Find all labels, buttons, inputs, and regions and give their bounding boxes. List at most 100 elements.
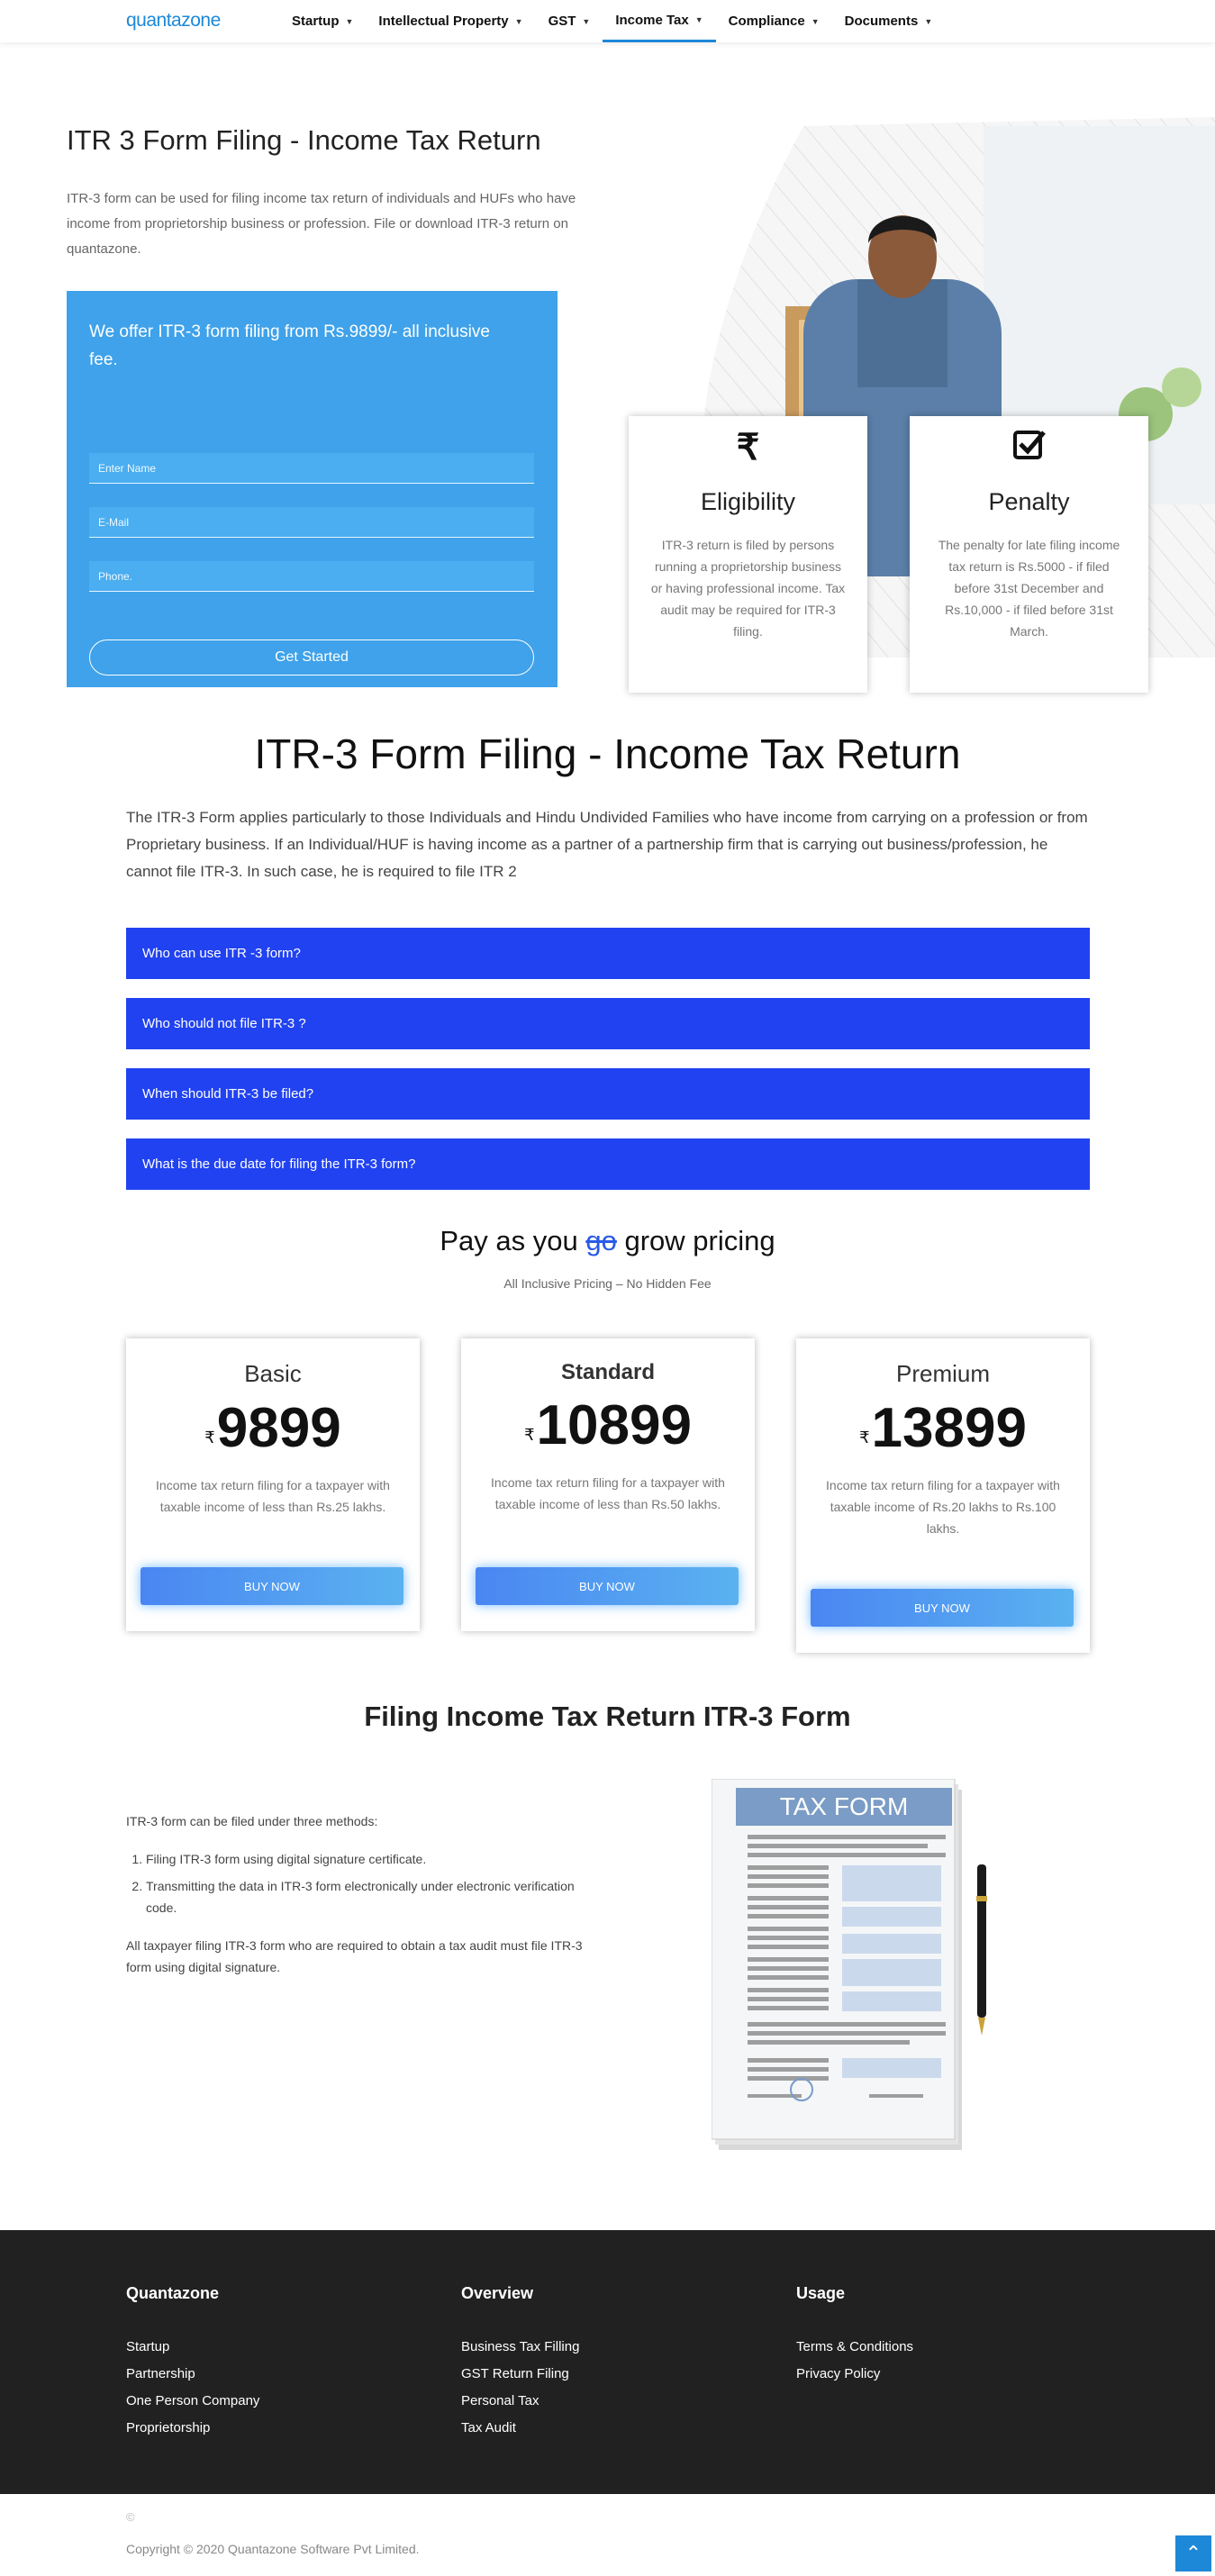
- buy-now-button[interactable]: BUY NOW: [141, 1567, 403, 1605]
- card-title: Penalty: [988, 488, 1070, 515]
- plan-name: Standard: [560, 1360, 655, 1384]
- section-description: The ITR-3 Form applies particularly to t…: [126, 809, 1088, 880]
- plan-card-premium: Premium ₹13899 Income tax return filing …: [796, 1338, 1090, 1653]
- footer-link[interactable]: Terms & Conditions: [796, 2339, 913, 2366]
- menu-item-startup[interactable]: Startup ▼: [279, 0, 366, 42]
- page: quantazone Startup ▼ Intellectual Propert…: [0, 0, 1215, 2576]
- plan-price: ₹13899: [796, 1397, 1090, 1460]
- card-text: The penalty for late filing income tax r…: [938, 538, 1120, 639]
- menu-item-compliance[interactable]: Compliance ▼: [716, 0, 832, 42]
- menu-label: Documents: [844, 14, 919, 29]
- menu-item-gst[interactable]: GST ▼: [536, 0, 603, 42]
- footer-col-overview: Overview Business Tax Filling GST Return…: [461, 2284, 579, 2447]
- faq-item[interactable]: Who should not file ITR-3 ?: [126, 998, 1090, 1049]
- section-title: ITR-3 Form Filing - Income Tax Return: [254, 730, 961, 777]
- copyright-symbol: ©: [126, 2510, 135, 2524]
- filing-text: ITR-3 form can be filed under three meth…: [126, 1810, 585, 1978]
- buy-now-button[interactable]: BUY NOW: [476, 1567, 739, 1605]
- get-started-button[interactable]: Get Started: [89, 639, 534, 676]
- chevron-down-icon: ▼: [924, 16, 933, 26]
- phone-field[interactable]: [89, 561, 534, 592]
- plan-name: Basic: [244, 1360, 302, 1387]
- chevron-down-icon: ▼: [811, 16, 820, 26]
- footer-link[interactable]: Personal Tax: [461, 2393, 579, 2420]
- plan-amount: 13899: [871, 1397, 1027, 1459]
- footer-link[interactable]: One Person Company: [126, 2393, 259, 2420]
- email-field[interactable]: [89, 507, 534, 538]
- plan-price: ₹9899: [126, 1397, 420, 1460]
- footer-col-quantazone: Quantazone Startup Partnership One Perso…: [126, 2284, 259, 2447]
- lead-form: We offer ITR-3 form filing from Rs.9899/…: [67, 291, 558, 687]
- eligibility-card: ₹ Eligibility ITR-3 return is filed by p…: [629, 416, 867, 693]
- menu-label: Startup: [292, 14, 340, 29]
- currency-symbol: ₹: [859, 1429, 870, 1447]
- menu-label: Intellectual Property: [378, 14, 509, 29]
- footer-heading: Usage: [796, 2284, 846, 2302]
- plan-price: ₹10899: [461, 1394, 755, 1457]
- plan-description: Income tax return filing for a taxpayer …: [826, 1478, 1060, 1536]
- plan-description: Income tax return filing for a taxpayer …: [491, 1475, 725, 1511]
- footer-heading: Quantazone: [126, 2284, 220, 2302]
- plan-card-basic: Basic ₹9899 Income tax return filing for…: [126, 1338, 420, 1631]
- chevron-down-icon: ▼: [582, 16, 591, 26]
- filing-methods-list: Filing ITR-3 form using digital signatur…: [146, 1848, 585, 1918]
- logo[interactable]: quantazone: [126, 10, 221, 32]
- top-nav: quantazone Startup ▼ Intellectual Propert…: [0, 0, 1215, 42]
- chevron-up-icon: ⌃: [1184, 2542, 1202, 2564]
- filing-outro: All taxpayer filing ITR-3 form who are r…: [126, 1938, 583, 1974]
- pricing-subtitle: All Inclusive Pricing – No Hidden Fee: [503, 1276, 712, 1291]
- faq-item[interactable]: When should ITR-3 be filed?: [126, 1068, 1090, 1120]
- footer-link[interactable]: Partnership: [126, 2366, 259, 2393]
- footer-link[interactable]: GST Return Filing: [461, 2366, 579, 2393]
- menu-label: Compliance: [728, 14, 805, 29]
- checkbox-icon: [910, 427, 1148, 468]
- pricing-title-a: Pay as you: [440, 1225, 578, 1256]
- scroll-to-top-button[interactable]: ⌃: [1175, 2535, 1211, 2571]
- menu-item-income-tax[interactable]: Income Tax ▼: [603, 0, 716, 42]
- filing-intro: ITR-3 form can be filed under three meth…: [126, 1814, 378, 1828]
- list-item: Transmitting the data in ITR-3 form elec…: [146, 1875, 585, 1918]
- currency-symbol: ₹: [204, 1429, 215, 1447]
- footer-link[interactable]: Business Tax Filling: [461, 2339, 579, 2366]
- main-menu: Startup ▼ Intellectual Property ▼ GST ▼ Inc…: [279, 0, 945, 42]
- footer-link[interactable]: Privacy Policy: [796, 2366, 913, 2393]
- menu-item-intellectual-property[interactable]: Intellectual Property ▼: [366, 0, 535, 42]
- card-title: Eligibility: [700, 488, 796, 515]
- penalty-card: Penalty The penalty for late filing inco…: [910, 416, 1148, 693]
- name-field[interactable]: [89, 453, 534, 484]
- tax-form-label: TAX FORM: [780, 1792, 909, 1820]
- pricing-title-b: grow pricing: [624, 1225, 775, 1256]
- tax-form-illustration: TAX FORM: [712, 1779, 987, 2150]
- card-text: ITR-3 return is filed by persons running…: [650, 538, 846, 639]
- chevron-down-icon: ▼: [694, 15, 703, 24]
- pricing-title-strike: go: [585, 1225, 617, 1256]
- faq-item[interactable]: Who can use ITR -3 form?: [126, 928, 1090, 979]
- footer-link[interactable]: Tax Audit: [461, 2420, 579, 2447]
- menu-label: GST: [548, 14, 576, 29]
- footer-link[interactable]: Proprietorship: [126, 2420, 259, 2447]
- footer-link[interactable]: Startup: [126, 2339, 259, 2366]
- footer-heading: Overview: [461, 2284, 534, 2302]
- footer-col-usage: Usage Terms & Conditions Privacy Policy: [796, 2284, 913, 2393]
- currency-symbol: ₹: [524, 1426, 535, 1444]
- chevron-down-icon: ▼: [514, 16, 523, 26]
- plan-name: Premium: [895, 1360, 990, 1387]
- chevron-down-icon: ▼: [345, 16, 354, 26]
- plan-description: Income tax return filing for a taxpayer …: [156, 1478, 390, 1514]
- plan-amount: 9899: [216, 1397, 341, 1459]
- footer: Quantazone Startup Partnership One Perso…: [0, 2230, 1215, 2494]
- menu-label: Income Tax: [615, 12, 689, 28]
- hero-title: ITR 3 Form Filing - Income Tax Return: [67, 124, 541, 156]
- copyright-text: Copyright © 2020 Quantazone Software Pvt…: [126, 2542, 420, 2556]
- list-item: Filing ITR-3 form using digital signatur…: [146, 1848, 585, 1870]
- rupee-icon: ₹: [736, 428, 760, 467]
- hero-description: ITR-3 form can be used for filing income…: [67, 191, 576, 257]
- faq-item[interactable]: What is the due date for filing the ITR-…: [126, 1138, 1090, 1190]
- buy-now-button[interactable]: BUY NOW: [811, 1589, 1074, 1627]
- filing-title: Filing Income Tax Return ITR-3 Form: [364, 1701, 851, 1732]
- pricing-title: Pay as you go grow pricing: [0, 1225, 1215, 1257]
- offer-text: We offer ITR-3 form filing from Rs.9899/…: [89, 322, 490, 369]
- copyright-bar: © Copyright © 2020 Quantazone Software P…: [0, 2494, 1215, 2576]
- menu-item-documents[interactable]: Documents ▼: [832, 0, 946, 42]
- plan-card-standard: Standard ₹10899 Income tax return filing…: [461, 1338, 755, 1631]
